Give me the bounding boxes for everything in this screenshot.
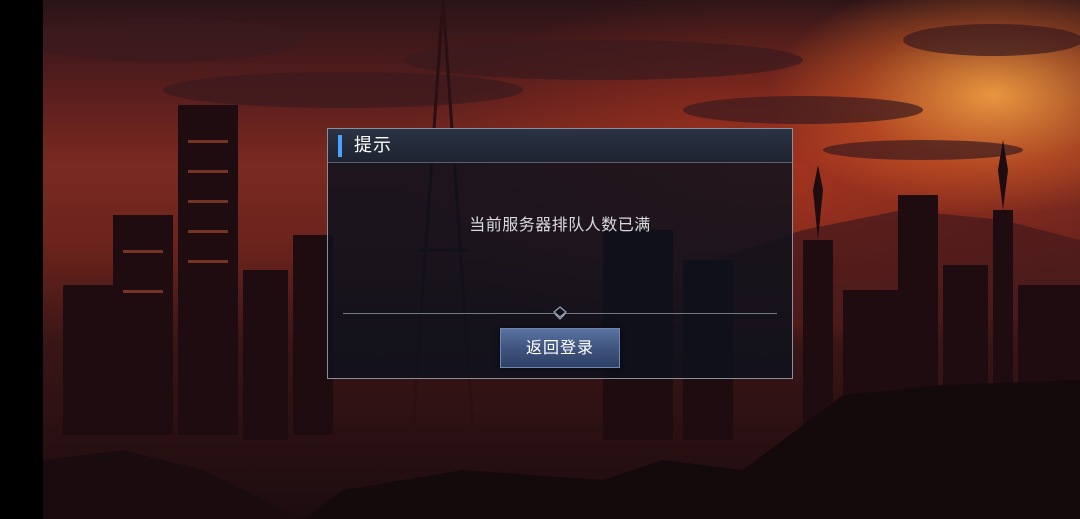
- header-accent-bar: [338, 135, 342, 157]
- notice-dialog: 提示 当前服务器排队人数已满 返回登录: [327, 128, 793, 379]
- return-login-button[interactable]: 返回登录: [500, 328, 620, 368]
- diamond-chevron-icon: [553, 306, 567, 320]
- game-screen: 提示 当前服务器排队人数已满 返回登录: [0, 0, 1080, 519]
- dialog-message: 当前服务器排队人数已满: [469, 215, 651, 234]
- dialog-header: 提示: [328, 129, 792, 163]
- dialog-title: 提示: [354, 135, 392, 156]
- letterbox-bar: [0, 0, 43, 519]
